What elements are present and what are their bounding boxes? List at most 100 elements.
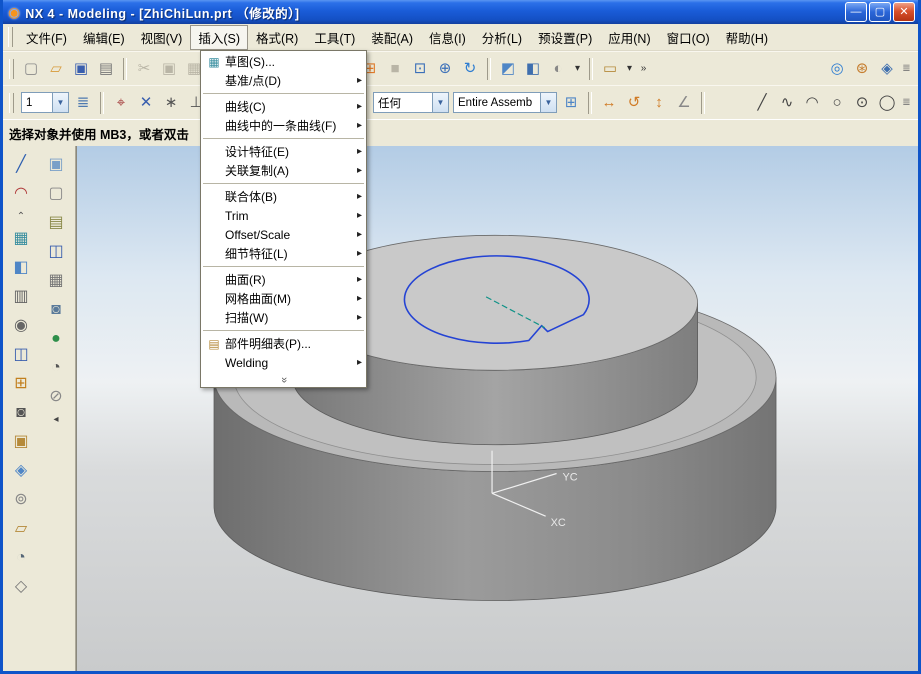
layout-icon[interactable]: ▤ <box>43 210 69 236</box>
refresh-icon[interactable]: ↻ <box>458 57 482 81</box>
restore-button[interactable]: ▢ <box>869 2 891 22</box>
menubar-item-insert[interactable]: 插入(S) <box>190 25 248 50</box>
menubar-item-preferences[interactable]: 预设置(P) <box>530 25 600 50</box>
menubar-item-file[interactable]: 文件(F) <box>18 25 75 50</box>
disable-icon[interactable]: ⊘ <box>43 384 69 410</box>
hole-icon[interactable]: ◉ <box>8 313 34 339</box>
extrude-icon[interactable]: ▥ <box>8 284 34 310</box>
menu-item-offset-scale[interactable]: Offset/Scale ▸ <box>201 225 366 244</box>
toolbar-icon[interactable] <box>701 92 705 114</box>
view-sync-icon[interactable]: ◎ <box>825 57 849 81</box>
menu-item-sweep[interactable]: 扫描(W) ▸ <box>201 308 366 327</box>
block-icon[interactable]: ▣ <box>8 429 34 455</box>
toolbar-overflow-icon[interactable]: » <box>637 57 650 81</box>
menubar-item-view[interactable]: 视图(V) <box>133 25 191 50</box>
toolbar-icon[interactable] <box>123 58 127 80</box>
menu-item-curve-from-curve[interactable]: 曲线中的一条曲线(F) ▸ <box>201 116 366 135</box>
close-button[interactable]: ✕ <box>893 2 915 22</box>
menu-item-mesh-surface[interactable]: 网格曲面(M) ▸ <box>201 289 366 308</box>
layer-settings-icon[interactable]: ≣ <box>71 91 95 115</box>
more-tools-icon[interactable]: ◇ <box>8 574 34 600</box>
history-clock-icon[interactable]: ◔ <box>43 355 69 381</box>
move-object-icon[interactable]: ↔ <box>597 91 621 115</box>
toolbar-icon[interactable] <box>100 92 104 114</box>
shaded-sphere-icon[interactable]: ◙ <box>43 297 69 323</box>
arc-tool-icon[interactable]: ◠ <box>800 91 824 115</box>
minimize-button[interactable]: — <box>845 2 867 22</box>
open-folder-icon[interactable]: ▱ <box>44 57 68 81</box>
toolbar-handle-icon[interactable]: ≣ <box>900 91 913 115</box>
reference-book-icon[interactable]: ◫ <box>8 342 34 368</box>
menubar-item-help[interactable]: 帮助(H) <box>718 25 776 50</box>
info-book-icon[interactable]: ◫ <box>43 239 69 265</box>
zoom-window-icon[interactable]: ⊡ <box>408 57 432 81</box>
save-icon[interactable]: ▣ <box>69 57 93 81</box>
view-dropdown-icon[interactable]: ▾ <box>571 57 584 81</box>
tools-icon[interactable]: ◈ <box>875 57 899 81</box>
menu-item-sketch[interactable]: ▦ 草图(S)... <box>201 52 366 71</box>
ellipse-tool-icon[interactable]: ◯ <box>875 91 899 115</box>
menu-item-parts-list[interactable]: ▤ 部件明细表(P)... <box>201 334 366 353</box>
toolbar-icon[interactable] <box>589 58 593 80</box>
print-icon[interactable]: ▤ <box>94 57 118 81</box>
spline-tool-icon[interactable]: ∿ <box>775 91 799 115</box>
layer-combo[interactable]: 1 ▼ <box>21 92 69 113</box>
line-tool-icon[interactable]: ╱ <box>8 152 34 178</box>
circle-center-tool-icon[interactable]: ⊙ <box>850 91 874 115</box>
menubar-item-edit[interactable]: 编辑(E) <box>75 25 133 50</box>
menu-item-welding[interactable]: Welding ▸ <box>201 353 366 372</box>
menubar-item-application[interactable]: 应用(N) <box>600 25 658 50</box>
customize-icon[interactable]: ⊛ <box>850 57 874 81</box>
grid-icon[interactable]: ▦ <box>43 268 69 294</box>
menu-item-design-feature[interactable]: 设计特征(E) ▸ <box>201 142 366 161</box>
cone-icon[interactable]: ⊚ <box>8 487 34 513</box>
add-component-icon[interactable]: ⊞ <box>559 91 583 115</box>
cylinder-icon[interactable]: ◈ <box>8 458 34 484</box>
tube-icon[interactable]: ▱ <box>8 516 34 542</box>
assembly-scope-combo[interactable]: Entire Assemb ▼ <box>453 92 557 113</box>
toolbar-grip[interactable] <box>9 93 14 113</box>
zoom-in-out-icon[interactable]: ⊕ <box>433 57 457 81</box>
snap-midpoint-icon[interactable]: ∗ <box>159 91 183 115</box>
sweep-icon[interactable]: ◔ <box>8 545 34 571</box>
arc-tool-icon[interactable]: ◠ <box>8 181 34 207</box>
sphere-icon[interactable]: ◙ <box>8 400 34 426</box>
wireframe-view-icon[interactable]: ◧ <box>521 57 545 81</box>
shaded-view-icon[interactable]: ◩ <box>496 57 520 81</box>
chevron-down-icon[interactable]: ▼ <box>540 93 556 112</box>
menubar-item-information[interactable]: 信息(I) <box>421 25 474 50</box>
scale-object-icon[interactable]: ↕ <box>647 91 671 115</box>
view-orient-icon[interactable]: ▣ <box>43 152 69 178</box>
measure-icon[interactable]: ▭ <box>598 57 622 81</box>
menubar-item-analysis[interactable]: 分析(L) <box>474 25 530 50</box>
datum-plane-icon[interactable]: ◧ <box>8 255 34 281</box>
menubar-grip[interactable] <box>8 27 13 47</box>
material-sphere-icon[interactable]: ● <box>43 326 69 352</box>
rotate-view-icon[interactable]: ◐ <box>546 57 570 81</box>
titlebar[interactable]: ◉ NX 4 - Modeling - [ZhiChiLun.prt （修改的）… <box>3 0 918 24</box>
copy-icon[interactable]: ▣ <box>157 57 181 81</box>
collapse-panel-icon[interactable]: ◂ <box>43 413 69 426</box>
rotate-object-icon[interactable]: ↺ <box>622 91 646 115</box>
line-tool-icon[interactable]: ╱ <box>750 91 774 115</box>
expand-chevrons-icon[interactable]: ⌃ <box>8 210 34 223</box>
menubar-item-tools[interactable]: 工具(T) <box>306 25 363 50</box>
angle-snap-icon[interactable]: ∠ <box>672 91 696 115</box>
menu-item-surface[interactable]: 曲面(R) ▸ <box>201 270 366 289</box>
toolbar-icon[interactable] <box>588 92 592 114</box>
menu-expander[interactable]: » <box>201 372 366 386</box>
toolbar-grip[interactable] <box>9 59 14 79</box>
toolbar-icon[interactable] <box>487 58 491 80</box>
selection-filter-combo[interactable]: 任何 ▼ <box>373 92 449 113</box>
toolbar-handle-icon[interactable]: ≣ <box>900 57 913 81</box>
menubar-item-format[interactable]: 格式(R) <box>248 25 306 50</box>
snap-endpoint-icon[interactable]: ✕ <box>134 91 158 115</box>
menubar-item-window[interactable]: 窗口(O) <box>659 25 718 50</box>
menu-item-datum-point[interactable]: 基准/点(D) ▸ <box>201 71 366 90</box>
display-mode-icon[interactable]: ■ <box>383 57 407 81</box>
menu-item-trim[interactable]: Trim ▸ <box>201 206 366 225</box>
snapshot-icon[interactable]: ▢ <box>43 181 69 207</box>
sketch-tool-icon[interactable]: ▦ <box>8 226 34 252</box>
circle-tool-icon[interactable]: ○ <box>825 91 849 115</box>
menu-item-associative-copy[interactable]: 关联复制(A) ▸ <box>201 161 366 180</box>
